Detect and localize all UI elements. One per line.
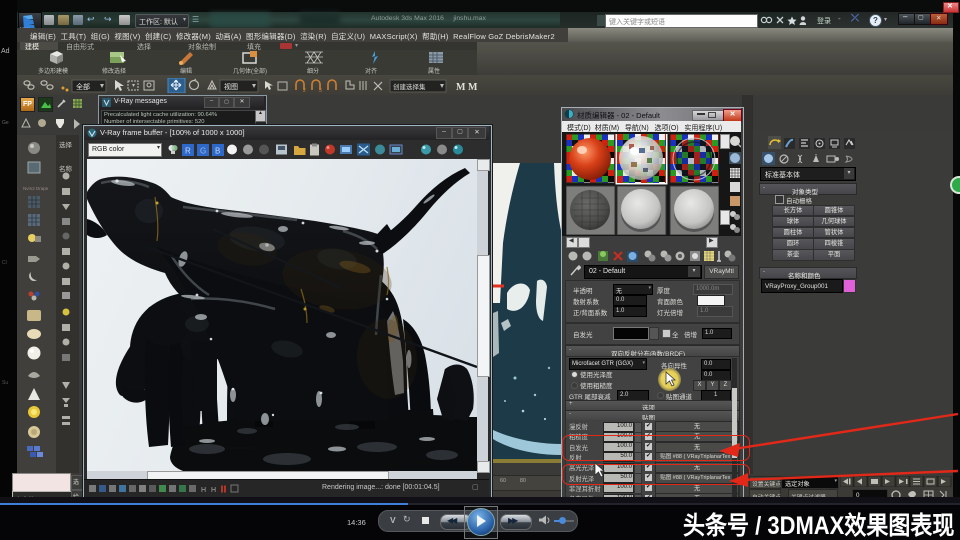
svg-text:创建选择集: 创建选择集 (393, 82, 426, 91)
svg-text:Nvm2 Drape: Nvm2 Drape (23, 186, 49, 191)
svg-text:R: R (185, 147, 191, 156)
svg-text:3: 3 (319, 88, 322, 93)
svg-text:G: G (200, 147, 206, 156)
svg-text:视图: 视图 (224, 82, 238, 91)
svg-text:全部: 全部 (76, 82, 90, 91)
svg-text:B: B (215, 147, 220, 156)
svg-text:H: H (201, 487, 206, 494)
svg-text:M: M (468, 82, 478, 93)
svg-text:M: M (456, 82, 466, 93)
svg-text:2: 2 (303, 88, 306, 93)
svg-text:H: H (211, 487, 216, 494)
